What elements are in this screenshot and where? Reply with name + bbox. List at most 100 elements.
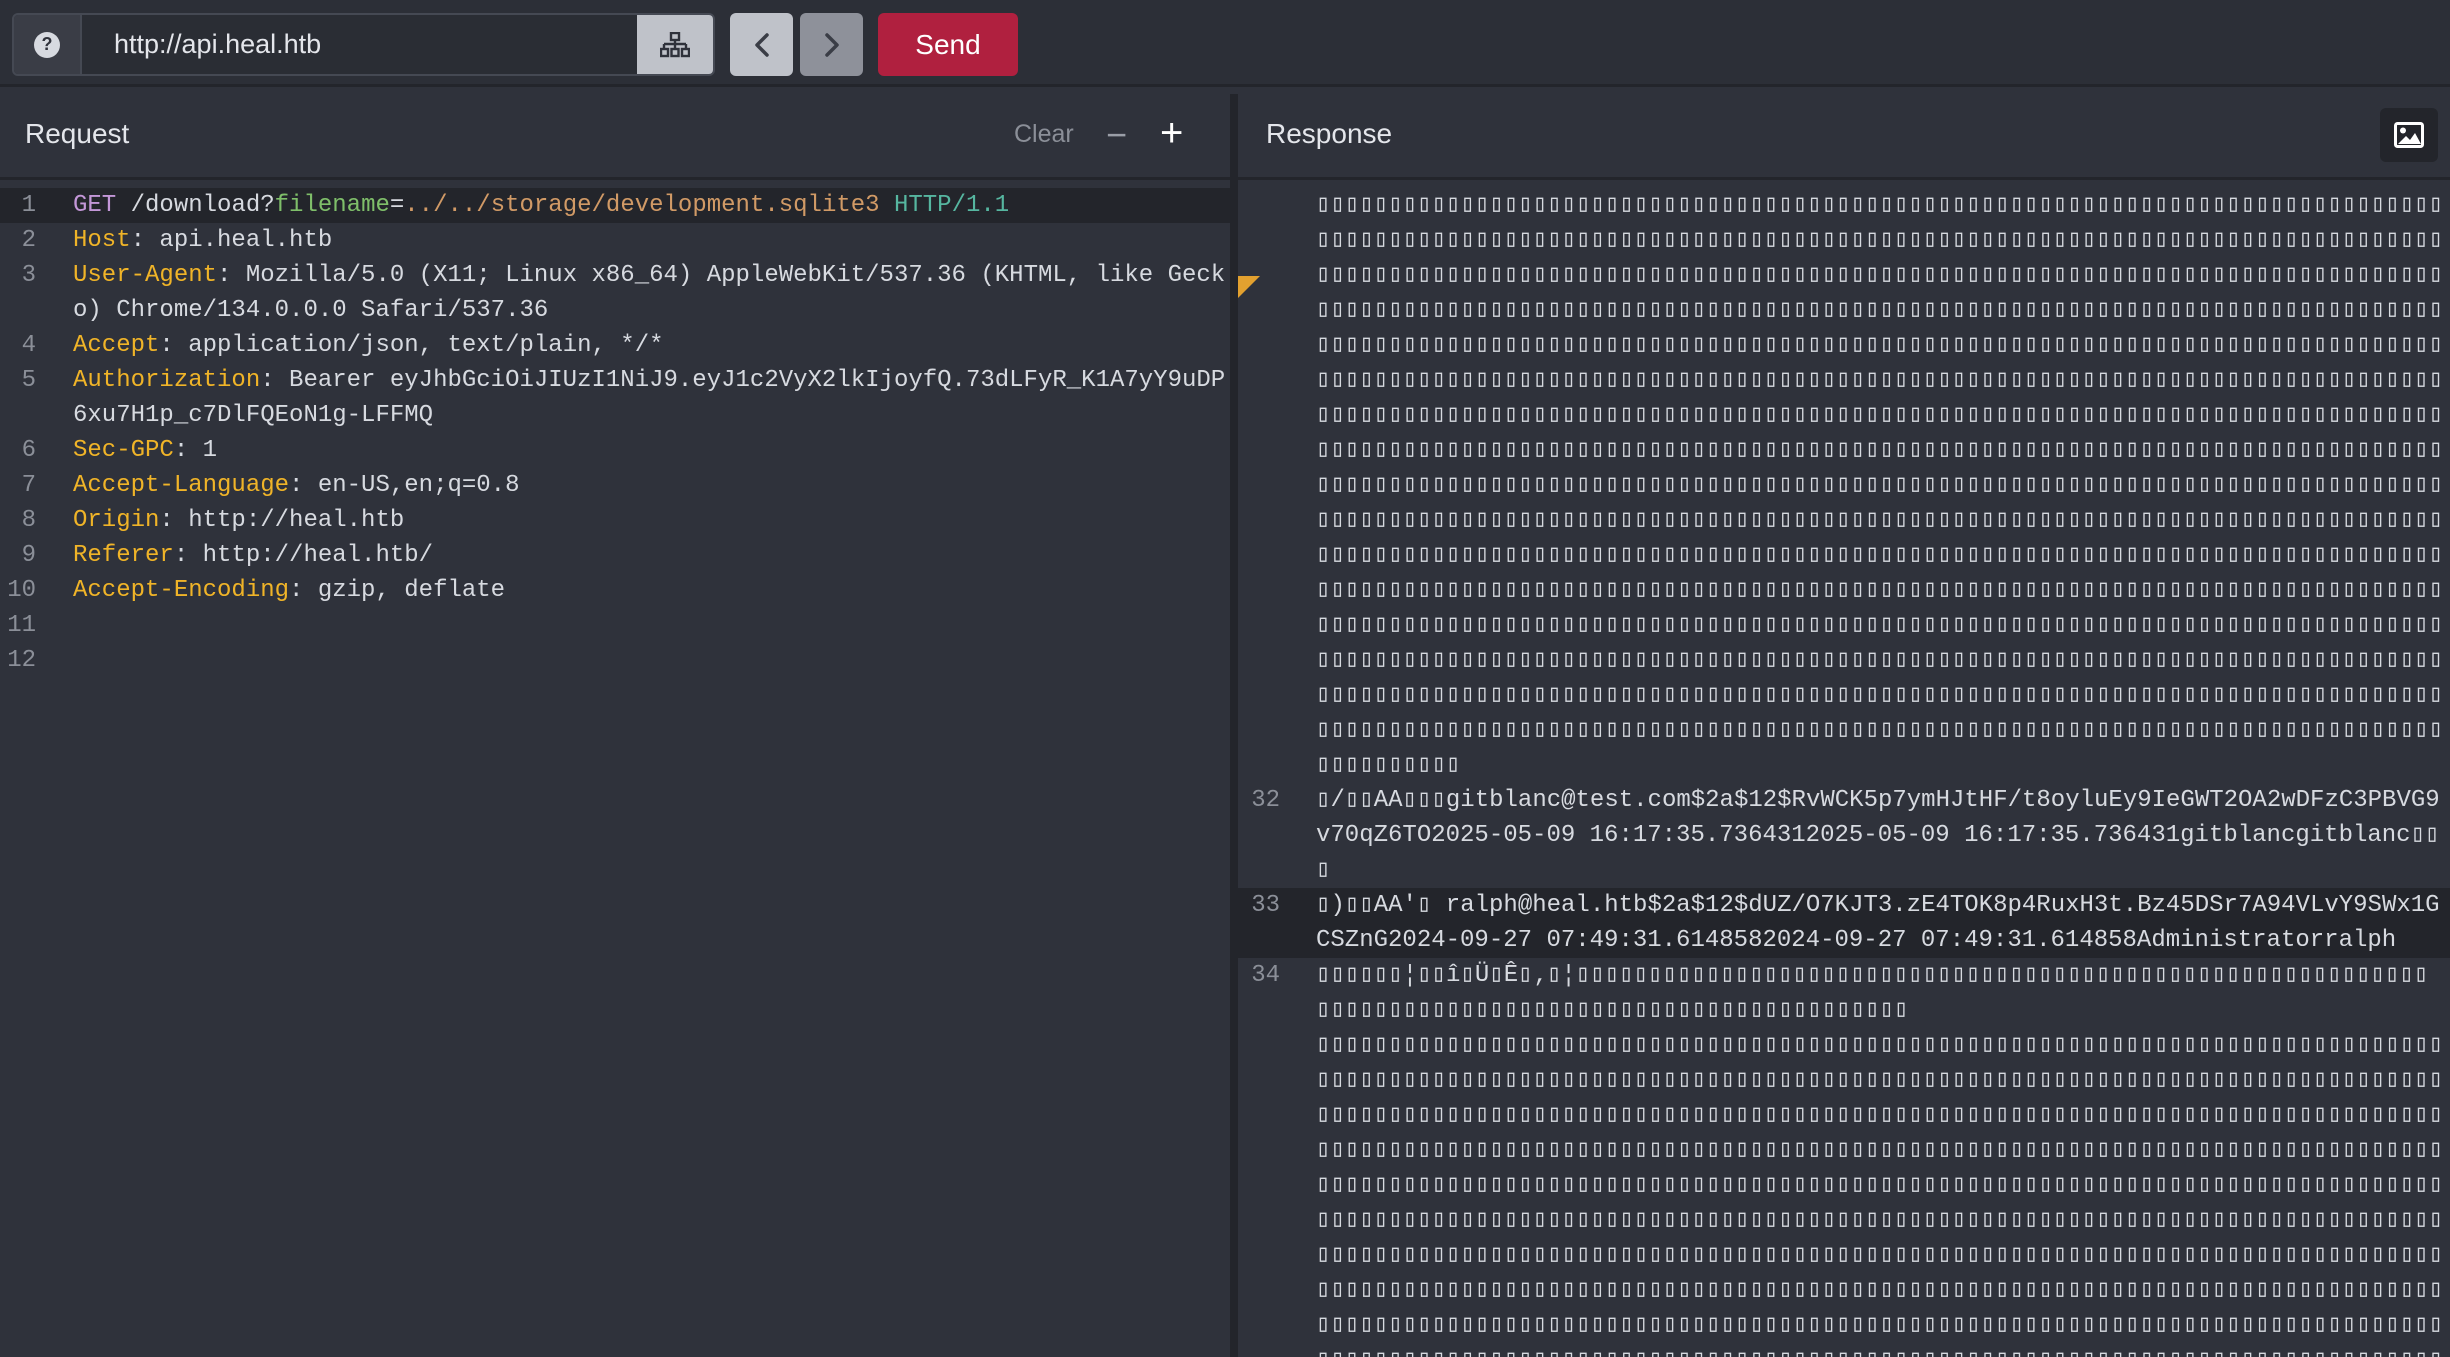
token: HTTP/1.1: [879, 192, 1010, 219]
binary-line: ▯▯▯▯▯▯▯▯▯▯▯▯▯▯▯▯▯▯▯▯▯▯▯▯▯▯▯▯▯▯▯▯▯▯▯▯▯▯▯▯…: [1238, 293, 2450, 328]
back-button[interactable]: [730, 13, 793, 76]
response-line[interactable]: 32 ▯/▯▯AA▯▯▯gitblanc@test.com$2a$12$RvWCK…: [1238, 783, 2450, 888]
token: : api.heal.htb: [130, 227, 333, 254]
token: Origin: [73, 507, 160, 534]
line-text: ▯)▯▯AA'▯ ralph@heal.htb$2a$12$dUZ/O7KJT3…: [1316, 892, 2440, 954]
line-number: 9: [21, 542, 36, 569]
binary-text: ▯▯▯▯▯▯▯▯▯▯▯▯▯▯▯▯▯▯▯▯▯▯▯▯▯▯▯▯▯▯▯▯▯▯▯▯▯▯▯▯…: [1316, 1172, 2440, 1199]
request-line[interactable]: 12: [0, 643, 1230, 678]
url-input[interactable]: [82, 15, 642, 74]
zoom-in-button[interactable]: +: [1160, 111, 1183, 156]
binary-text: ▯▯▯▯▯▯▯▯▯▯▯▯▯▯▯▯▯▯▯▯▯▯▯▯▯▯▯▯▯▯▯▯▯▯▯▯▯▯▯▯…: [1316, 1137, 2440, 1164]
line-number: 4: [21, 332, 36, 359]
token: ../../storage/development.sqlite3: [404, 192, 880, 219]
request-line[interactable]: 1 GET /download?filename=../../storage/de…: [0, 188, 1230, 223]
line-text: [73, 612, 87, 639]
sitemap-button[interactable]: [637, 15, 713, 74]
toolbar: ? Send: [0, 0, 2450, 87]
sitemap-icon: [660, 31, 690, 57]
line-text: User-Agent: Mozilla/5.0 (X11; Linux x86_…: [73, 262, 1225, 324]
request-editor[interactable]: 1 GET /download?filename=../../storage/de…: [0, 188, 1230, 678]
binary-line: ▯▯▯▯▯▯▯▯▯▯▯▯▯▯▯▯▯▯▯▯▯▯▯▯▯▯▯▯▯▯▯▯▯▯▯▯▯▯▯▯…: [1238, 538, 2450, 573]
binary-text: ▯▯▯▯▯▯▯▯▯▯▯▯▯▯▯▯▯▯▯▯▯▯▯▯▯▯▯▯▯▯▯▯▯▯▯▯▯▯▯▯…: [1316, 1102, 2440, 1129]
token: Accept: [73, 332, 160, 359]
binary-line: ▯▯▯▯▯▯▯▯▯▯▯▯▯▯▯▯▯▯▯▯▯▯▯▯▯▯▯▯▯▯▯▯▯▯▯▯▯▯▯▯…: [1238, 468, 2450, 503]
binary-text: ▯▯▯▯▯▯▯▯▯▯▯▯▯▯▯▯▯▯▯▯▯▯▯▯▯▯▯▯▯▯▯▯▯▯▯▯▯▯▯▯…: [1316, 1032, 2440, 1059]
binary-text: ▯▯▯▯▯▯▯▯▯▯: [1316, 752, 1461, 779]
binary-text: ▯▯▯▯▯▯▯▯▯▯▯▯▯▯▯▯▯▯▯▯▯▯▯▯▯▯▯▯▯▯▯▯▯▯▯▯▯▯▯▯…: [1316, 507, 2440, 534]
zoom-out-button[interactable]: −: [1106, 114, 1127, 156]
binary-text: ▯▯▯▯▯▯▯▯▯▯▯▯▯▯▯▯▯▯▯▯▯▯▯▯▯▯▯▯▯▯▯▯▯▯▯▯▯▯▯▯…: [1316, 472, 2440, 499]
line-number: 5: [21, 367, 36, 394]
binary-line: ▯▯▯▯▯▯▯▯▯▯▯▯▯▯▯▯▯▯▯▯▯▯▯▯▯▯▯▯▯▯▯▯▯▯▯▯▯▯▯▯…: [1238, 573, 2450, 608]
panel-divider[interactable]: [1230, 94, 1238, 1357]
line-number: 32: [1251, 787, 1280, 814]
help-button[interactable]: ?: [14, 15, 82, 74]
request-line[interactable]: 2 Host: api.heal.htb: [0, 223, 1230, 258]
binary-line: ▯▯▯▯▯▯▯▯▯▯▯▯▯▯▯▯▯▯▯▯▯▯▯▯▯▯▯▯▯▯▯▯▯▯▯▯▯▯▯▯…: [1238, 1343, 2450, 1357]
request-line[interactable]: 6 Sec-GPC: 1: [0, 433, 1230, 468]
send-button[interactable]: Send: [878, 13, 1018, 76]
binary-text: ▯▯▯▯▯▯▯▯▯▯▯▯▯▯▯▯▯▯▯▯▯▯▯▯▯▯▯▯▯▯▯▯▯▯▯▯▯▯▯▯…: [1316, 612, 2440, 639]
forward-button[interactable]: [800, 13, 863, 76]
url-bar: ?: [12, 13, 715, 76]
request-line[interactable]: 3 User-Agent: Mozilla/5.0 (X11; Linux x86…: [0, 258, 1230, 328]
binary-line: ▯▯▯▯▯▯▯▯▯▯▯▯▯▯▯▯▯▯▯▯▯▯▯▯▯▯▯▯▯▯▯▯▯▯▯▯▯▯▯▯…: [1238, 328, 2450, 363]
line-text: Referer: http://heal.htb/: [73, 542, 433, 569]
binary-line: ▯▯▯▯▯▯▯▯▯▯▯▯▯▯▯▯▯▯▯▯▯▯▯▯▯▯▯▯▯▯▯▯▯▯▯▯▯▯▯▯…: [1238, 1098, 2450, 1133]
token: : http://heal.htb: [159, 507, 405, 534]
binary-line: ▯▯▯▯▯▯▯▯▯▯▯▯▯▯▯▯▯▯▯▯▯▯▯▯▯▯▯▯▯▯▯▯▯▯▯▯▯▯▯▯…: [1238, 643, 2450, 678]
clear-button[interactable]: Clear: [1014, 120, 1074, 149]
request-line[interactable]: 11: [0, 608, 1230, 643]
binary-line: ▯▯▯▯▯▯▯▯▯▯▯▯▯▯▯▯▯▯▯▯▯▯▯▯▯▯▯▯▯▯▯▯▯▯▯▯▯▯▯▯…: [1238, 1028, 2450, 1063]
line-number: 7: [21, 472, 36, 499]
token: Host: [73, 227, 131, 254]
request-panel: Request Clear − + 1 GET /download?filenam…: [0, 94, 1230, 1357]
binary-text: ▯▯▯▯▯▯▯▯▯▯▯▯▯▯▯▯▯▯▯▯▯▯▯▯▯▯▯▯▯▯▯▯▯▯▯▯▯▯▯▯…: [1316, 367, 2440, 394]
binary-text: ▯▯▯▯▯▯▯▯▯▯▯▯▯▯▯▯▯▯▯▯▯▯▯▯▯▯▯▯▯▯▯▯▯▯▯▯▯▯▯▯…: [1316, 647, 2440, 674]
binary-line: ▯▯▯▯▯▯▯▯▯▯▯▯▯▯▯▯▯▯▯▯▯▯▯▯▯▯▯▯▯▯▯▯▯▯▯▯▯▯▯▯…: [1238, 363, 2450, 398]
token: =: [389, 192, 405, 219]
token: : en-US,en;q=0.8: [289, 472, 520, 499]
image-icon: [2394, 122, 2424, 148]
line-text: GET /download?filename=../../storage/dev…: [73, 192, 1009, 219]
line-number: 12: [7, 647, 36, 674]
image-view-button[interactable]: [2380, 108, 2438, 162]
token: : Mozilla/5.0 (X11; Linux x86_64) AppleW…: [73, 262, 1226, 324]
line-text: Host: api.heal.htb: [73, 227, 332, 254]
request-line[interactable]: 4 Accept: application/json, text/plain, *…: [0, 328, 1230, 363]
request-line[interactable]: 9 Referer: http://heal.htb/: [0, 538, 1230, 573]
binary-text: ▯▯▯▯▯▯▯▯▯▯▯▯▯▯▯▯▯▯▯▯▯▯▯▯▯▯▯▯▯▯▯▯▯▯▯▯▯▯▯▯…: [1316, 297, 2440, 324]
request-line[interactable]: 10 Accept-Encoding: gzip, deflate: [0, 573, 1230, 608]
response-line[interactable]: 33 ▯)▯▯AA'▯ ralph@heal.htb$2a$12$dUZ/O7KJ…: [1238, 888, 2450, 958]
binary-text: ▯▯▯▯▯▯▯▯▯▯▯▯▯▯▯▯▯▯▯▯▯▯▯▯▯▯▯▯▯▯▯▯▯▯▯▯▯▯▯▯…: [1316, 1312, 2440, 1339]
binary-line: ▯▯▯▯▯▯▯▯▯▯▯▯▯▯▯▯▯▯▯▯▯▯▯▯▯▯▯▯▯▯▯▯▯▯▯▯▯▯▯▯…: [1238, 503, 2450, 538]
token: Authorization: [73, 367, 261, 394]
help-icon: ?: [34, 31, 60, 58]
response-line[interactable]: 34 ▯▯▯▯▯▯¦▯▯î▯Ü▯Ê▯‚▯¦▯▯▯▯▯▯▯▯▯▯▯▯▯▯▯▯▯▯▯▯…: [1238, 958, 2450, 1028]
request-line[interactable]: 8 Origin: http://heal.htb: [0, 503, 1230, 538]
token: : application/json, text/plain, */*: [159, 332, 664, 359]
line-number: 34: [1251, 962, 1280, 989]
binary-line: ▯▯▯▯▯▯▯▯▯▯▯▯▯▯▯▯▯▯▯▯▯▯▯▯▯▯▯▯▯▯▯▯▯▯▯▯▯▯▯▯…: [1238, 713, 2450, 748]
line-text: Sec-GPC: 1: [73, 437, 217, 464]
binary-line: ▯▯▯▯▯▯▯▯▯▯▯▯▯▯▯▯▯▯▯▯▯▯▯▯▯▯▯▯▯▯▯▯▯▯▯▯▯▯▯▯…: [1238, 1273, 2450, 1308]
token: GET: [73, 192, 117, 219]
request-line[interactable]: 7 Accept-Language: en-US,en;q=0.8: [0, 468, 1230, 503]
token: filename: [274, 192, 390, 219]
binary-text: ▯▯▯▯▯▯▯▯▯▯▯▯▯▯▯▯▯▯▯▯▯▯▯▯▯▯▯▯▯▯▯▯▯▯▯▯▯▯▯▯…: [1316, 437, 2440, 464]
binary-text: ▯▯▯▯▯▯▯▯▯▯▯▯▯▯▯▯▯▯▯▯▯▯▯▯▯▯▯▯▯▯▯▯▯▯▯▯▯▯▯▯…: [1316, 332, 2440, 359]
binary-line: ▯▯▯▯▯▯▯▯▯▯▯▯▯▯▯▯▯▯▯▯▯▯▯▯▯▯▯▯▯▯▯▯▯▯▯▯▯▯▯▯…: [1238, 433, 2450, 468]
binary-line: ▯▯▯▯▯▯▯▯▯▯▯▯▯▯▯▯▯▯▯▯▯▯▯▯▯▯▯▯▯▯▯▯▯▯▯▯▯▯▯▯…: [1238, 1238, 2450, 1273]
response-viewer[interactable]: ▯▯▯▯▯▯▯▯▯▯▯▯▯▯▯▯▯▯▯▯▯▯▯▯▯▯▯▯▯▯▯▯▯▯▯▯▯▯▯▯…: [1238, 188, 2450, 1357]
request-header: Request Clear − +: [0, 94, 1230, 180]
token: Referer: [73, 542, 174, 569]
binary-line: ▯▯▯▯▯▯▯▯▯▯▯▯▯▯▯▯▯▯▯▯▯▯▯▯▯▯▯▯▯▯▯▯▯▯▯▯▯▯▯▯…: [1238, 1308, 2450, 1343]
binary-line: ▯▯▯▯▯▯▯▯▯▯▯▯▯▯▯▯▯▯▯▯▯▯▯▯▯▯▯▯▯▯▯▯▯▯▯▯▯▯▯▯…: [1238, 608, 2450, 643]
binary-line: ▯▯▯▯▯▯▯▯▯▯▯▯▯▯▯▯▯▯▯▯▯▯▯▯▯▯▯▯▯▯▯▯▯▯▯▯▯▯▯▯…: [1238, 678, 2450, 713]
request-title: Request: [25, 118, 130, 149]
line-number: 10: [7, 577, 36, 604]
request-line[interactable]: 5 Authorization: Bearer eyJhbGciOiJIUzI1N…: [0, 363, 1230, 433]
binary-text: ▯▯▯▯▯▯▯▯▯▯▯▯▯▯▯▯▯▯▯▯▯▯▯▯▯▯▯▯▯▯▯▯▯▯▯▯▯▯▯▯…: [1316, 192, 2440, 219]
line-number: 3: [21, 262, 36, 289]
